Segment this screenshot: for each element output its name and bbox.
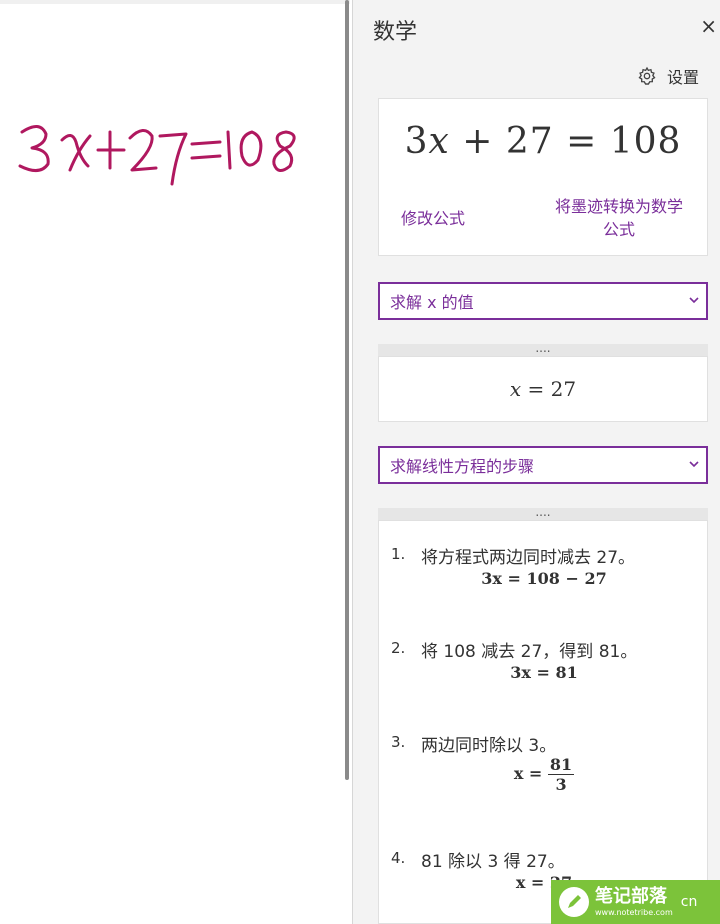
resize-handle[interactable]: .... bbox=[378, 506, 708, 520]
close-button[interactable]: × bbox=[700, 14, 717, 38]
steps-method-select[interactable]: 求解线性方程的步骤 bbox=[378, 446, 708, 484]
panel-title: 数学 bbox=[373, 20, 418, 45]
step-number: 1. bbox=[391, 545, 406, 563]
fraction: 81 3 bbox=[547, 755, 575, 794]
ink-canvas[interactable] bbox=[0, 0, 350, 924]
watermark-suffix: cn bbox=[680, 894, 698, 910]
settings-button[interactable]: 设置 bbox=[637, 64, 699, 88]
step-number: 2. bbox=[391, 639, 406, 657]
canvas-top-border bbox=[0, 0, 350, 4]
step-text: 将方程式两边同时减去 27。 bbox=[421, 548, 636, 568]
chevron-down-icon bbox=[689, 461, 699, 468]
step-math: 3x = 108 − 27 bbox=[481, 569, 607, 588]
steps-card: 1. 将方程式两边同时减去 27。 3x = 108 − 27 2. 将 108… bbox=[378, 520, 708, 924]
step-number: 4. bbox=[391, 849, 406, 867]
steps-method-value: 求解线性方程的步骤 bbox=[390, 457, 535, 476]
recognized-equation: 3x + 27 = 108 bbox=[404, 121, 682, 162]
result-card: x = 27 bbox=[378, 356, 708, 422]
edit-equation-link[interactable]: 修改公式 bbox=[401, 205, 465, 229]
canvas-scrollbar[interactable] bbox=[345, 0, 349, 780]
step-text: 两边同时除以 3。 bbox=[421, 736, 557, 756]
step-math: x = 81 3 bbox=[513, 755, 575, 794]
solve-action-select[interactable]: 求解 x 的值 bbox=[378, 282, 708, 320]
watermark-url: www.notetribe.com bbox=[595, 907, 673, 917]
chevron-down-icon bbox=[689, 297, 699, 304]
handwritten-equation bbox=[18, 125, 296, 186]
step-text: 将 108 减去 27，得到 81。 bbox=[421, 642, 638, 662]
step-text: 81 除以 3 得 27。 bbox=[421, 852, 565, 872]
convert-ink-link[interactable]: 将墨迹转换为数学公式 bbox=[549, 195, 689, 241]
site-watermark: 笔记部落 www.notetribe.com cn bbox=[551, 880, 720, 924]
solution-result: x = 27 bbox=[509, 377, 577, 401]
equation-card: 3x + 27 = 108 修改公式 将墨迹转换为数学公式 bbox=[378, 98, 708, 256]
step-math: 3x = 81 bbox=[510, 663, 578, 682]
step-number: 3. bbox=[391, 733, 406, 751]
solve-action-value: 求解 x 的值 bbox=[390, 293, 474, 312]
math-panel: 数学 × 设置 3x + 27 = 108 修改公式 将墨迹转换为数学公式 求解… bbox=[352, 0, 720, 924]
resize-handle[interactable]: .... bbox=[378, 342, 708, 356]
settings-label: 设置 bbox=[666, 68, 699, 87]
watermark-name: 笔记部落 bbox=[595, 885, 667, 907]
pen-logo-icon bbox=[559, 887, 589, 917]
gear-icon bbox=[638, 66, 656, 85]
